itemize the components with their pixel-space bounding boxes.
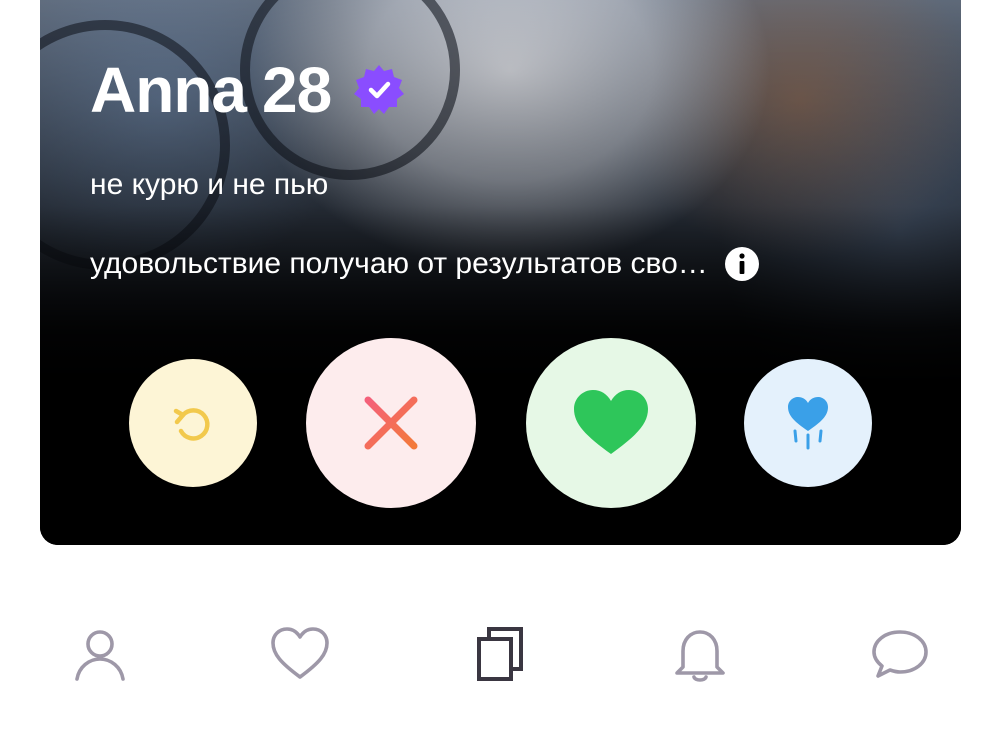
nope-button[interactable] [306,338,476,508]
bottom-tab-bar [0,600,1000,710]
profile-habits-text: не курю и не пью [90,168,329,201]
profile-card[interactable]: Anna 28 не курю и не пью удовольствие по… [40,0,961,545]
tab-profile[interactable] [68,622,132,686]
cards-icon [477,627,523,681]
verified-badge-icon [351,62,407,118]
super-like-button[interactable] [744,359,872,487]
profile-age: 28 [262,54,332,126]
undo-icon [173,408,210,441]
bell-icon [675,630,725,682]
tab-notifications[interactable] [668,622,732,686]
bio-row: удовольствие получаю от результатов сво… [90,246,760,282]
profile-name: Anna [90,54,247,126]
info-icon[interactable] [724,246,760,282]
name-age-row: Anna 28 [90,58,407,122]
profile-icon [75,630,125,681]
close-icon [364,396,418,450]
tab-messages[interactable] [868,622,932,686]
heart-outline-icon [271,627,329,679]
bio-preview-text: удовольствие получаю от результатов сво… [90,247,708,280]
super-like-icon [788,397,828,450]
tab-likes[interactable] [268,622,332,686]
heart-icon [574,390,648,454]
undo-button[interactable] [129,359,257,487]
tab-cards[interactable] [468,622,532,686]
like-button[interactable] [526,338,696,508]
chat-bubble-icon [872,630,928,678]
